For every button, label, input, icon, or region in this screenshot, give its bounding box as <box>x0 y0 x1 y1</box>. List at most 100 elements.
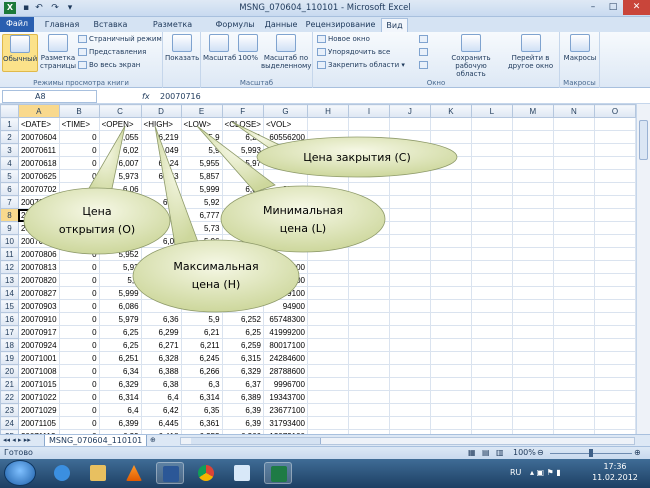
zoom-out-icon[interactable]: ⊖ <box>537 448 544 457</box>
table-cell[interactable]: 6,1 <box>140 182 182 196</box>
maximize-button[interactable]: □ <box>603 0 623 15</box>
table-cell[interactable] <box>593 221 636 235</box>
table-cell[interactable] <box>388 286 431 300</box>
table-cell[interactable] <box>221 286 264 300</box>
table-cell[interactable] <box>429 351 472 365</box>
table-cell[interactable] <box>470 390 513 404</box>
table-cell[interactable]: 31793400 <box>262 416 308 430</box>
table-cell[interactable] <box>511 195 554 209</box>
table-cell[interactable]: 20070618 <box>17 156 60 170</box>
tab-page-layout[interactable]: Разметка страницы <box>135 18 210 43</box>
row-header[interactable]: 2 <box>0 130 19 144</box>
table-cell[interactable] <box>470 156 513 170</box>
table-cell[interactable] <box>221 234 264 248</box>
row-header[interactable]: 5 <box>0 169 19 183</box>
row-header[interactable]: 24 <box>0 416 19 430</box>
table-cell[interactable] <box>388 182 431 196</box>
table-cell[interactable]: 65748300 <box>262 312 308 326</box>
table-cell[interactable] <box>306 377 349 391</box>
table-cell[interactable]: 200707 <box>17 221 60 235</box>
table-cell[interactable] <box>306 234 349 248</box>
table-cell[interactable] <box>511 312 554 326</box>
zoom-100-button[interactable]: 100% <box>237 34 259 62</box>
table-cell[interactable] <box>429 416 472 430</box>
table-cell[interactable] <box>347 416 390 430</box>
table-cell[interactable] <box>429 325 472 339</box>
table-cell[interactable]: 6,39 <box>221 416 264 430</box>
table-cell[interactable]: 6,4 <box>140 390 182 404</box>
table-cell[interactable] <box>306 143 349 157</box>
table-cell[interactable] <box>511 156 554 170</box>
table-cell[interactable]: 60556200 <box>262 130 308 144</box>
table-cell[interactable] <box>429 195 472 209</box>
table-cell[interactable] <box>347 221 390 235</box>
table-cell[interactable]: 5,93 <box>98 260 142 274</box>
table-cell[interactable] <box>552 247 595 261</box>
table-cell[interactable] <box>306 156 349 170</box>
column-header-a[interactable]: A <box>17 104 60 118</box>
table-cell[interactable] <box>552 221 595 235</box>
table-cell[interactable] <box>98 208 142 222</box>
table-cell[interactable] <box>306 338 349 352</box>
close-button[interactable]: ✕ <box>623 0 650 15</box>
table-cell[interactable] <box>429 286 472 300</box>
table-cell[interactable] <box>140 299 182 313</box>
table-cell[interactable] <box>593 364 636 378</box>
table-cell[interactable] <box>470 273 513 287</box>
table-cell[interactable] <box>511 299 554 313</box>
table-cell[interactable]: 5,999 <box>180 182 223 196</box>
break-view-status-icon[interactable]: ▥ <box>496 448 504 457</box>
table-cell[interactable] <box>306 273 349 287</box>
hide-button[interactable] <box>419 48 430 57</box>
table-cell[interactable]: 0 <box>58 312 100 326</box>
table-cell[interactable]: 6,266 <box>180 364 223 378</box>
table-cell[interactable] <box>347 286 390 300</box>
clock-time[interactable]: 17:36 <box>595 462 635 471</box>
zoom-in-icon[interactable]: ⊕ <box>634 448 641 457</box>
table-cell[interactable]: 6,007 <box>98 156 142 170</box>
table-cell[interactable] <box>140 260 182 274</box>
table-cell[interactable] <box>511 247 554 261</box>
name-box[interactable]: A8 <box>2 90 97 103</box>
table-cell[interactable] <box>347 325 390 339</box>
table-cell[interactable]: 200707 <box>17 234 60 248</box>
table-cell[interactable] <box>347 234 390 248</box>
table-cell[interactable] <box>306 364 349 378</box>
table-cell[interactable] <box>140 273 182 287</box>
minimize-button[interactable]: – <box>583 0 603 15</box>
ie-taskbar-button[interactable] <box>48 462 76 484</box>
table-cell[interactable] <box>262 247 308 261</box>
tab-insert[interactable]: Вставка <box>88 18 133 32</box>
vertical-scrollbar[interactable] <box>636 104 650 434</box>
table-cell[interactable] <box>429 364 472 378</box>
table-cell[interactable] <box>552 260 595 274</box>
table-cell[interactable]: 20070709 <box>17 195 60 209</box>
table-cell[interactable] <box>429 182 472 196</box>
table-cell[interactable] <box>593 299 636 313</box>
table-cell[interactable] <box>593 208 636 222</box>
table-cell[interactable]: 5,97 <box>221 156 264 170</box>
table-cell[interactable]: 24284600 <box>262 351 308 365</box>
table-cell[interactable]: 20070702 <box>17 182 60 196</box>
table-cell[interactable] <box>429 169 472 183</box>
table-cell[interactable] <box>98 195 142 209</box>
table-cell[interactable] <box>429 403 472 417</box>
table-cell[interactable] <box>388 325 431 339</box>
show-button[interactable]: Показать <box>165 34 199 62</box>
table-cell[interactable] <box>347 247 390 261</box>
table-cell[interactable] <box>552 351 595 365</box>
table-cell[interactable]: 25500 <box>262 273 308 287</box>
row-header[interactable]: 6 <box>0 182 19 196</box>
table-cell[interactable]: 20070716 <box>17 208 60 222</box>
table-cell[interactable] <box>511 416 554 430</box>
table-cell[interactable] <box>221 273 264 287</box>
table-cell[interactable] <box>511 286 554 300</box>
table-cell[interactable] <box>552 208 595 222</box>
table-cell[interactable] <box>221 247 264 261</box>
column-header-n[interactable]: N <box>552 104 595 118</box>
tab-review[interactable]: Рецензирование <box>303 18 378 32</box>
table-cell[interactable]: 6,329 <box>98 377 142 391</box>
table-cell[interactable] <box>470 221 513 235</box>
table-cell[interactable]: <TIME> <box>58 117 100 131</box>
table-cell[interactable] <box>140 247 182 261</box>
